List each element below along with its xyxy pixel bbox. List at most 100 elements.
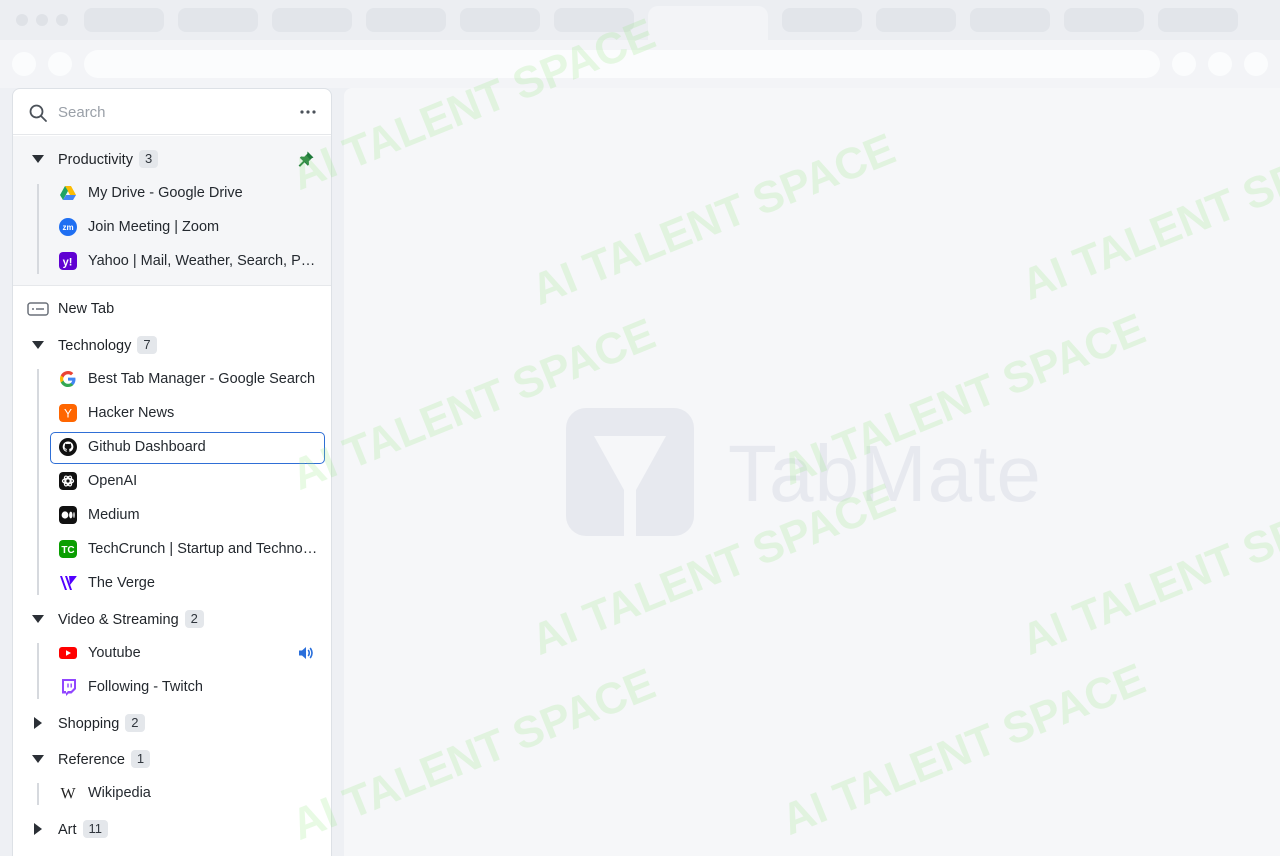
twitch-icon bbox=[62, 679, 76, 696]
more-options-icon[interactable] bbox=[299, 103, 317, 121]
google-icon bbox=[60, 371, 76, 387]
tab-item[interactable]: W Wikipedia bbox=[13, 778, 331, 808]
group-header-shopping[interactable]: Shopping 2 bbox=[13, 708, 331, 738]
tab-item[interactable]: TC TechCrunch | Startup and Technology N… bbox=[13, 534, 331, 564]
tab-title: My Drive - Google Drive bbox=[88, 185, 243, 201]
window-dot[interactable] bbox=[36, 14, 48, 26]
group-header-productivity[interactable]: Productivity 3 bbox=[13, 144, 331, 174]
tab-title: TechCrunch | Startup and Technology News bbox=[88, 541, 320, 557]
group-count-badge: 1 bbox=[130, 750, 151, 768]
svg-text:y!: y! bbox=[63, 257, 73, 269]
tabmate-logo-icon bbox=[566, 408, 694, 536]
group-count-badge: 7 bbox=[137, 336, 157, 354]
caret-down-icon[interactable] bbox=[31, 338, 45, 352]
tab-title: Following - Twitch bbox=[88, 679, 203, 695]
tab-title: Join Meeting | Zoom bbox=[88, 219, 220, 235]
group-title: Video & Streaming bbox=[58, 612, 179, 628]
tab-item[interactable]: Y Hacker News bbox=[13, 398, 331, 428]
group-header-reference[interactable]: Reference 1 bbox=[13, 744, 331, 774]
tab-title: Medium bbox=[88, 507, 140, 523]
window-dot[interactable] bbox=[16, 14, 28, 26]
tab-item[interactable]: Following - Twitch bbox=[13, 672, 331, 702]
group-count-badge: 2 bbox=[184, 610, 204, 628]
tab-title: Yahoo | Mail, Weather, Search, Politics,… bbox=[88, 253, 320, 269]
browser-tab-placeholder[interactable] bbox=[84, 8, 164, 32]
tab-item[interactable]: The Verge bbox=[13, 568, 331, 598]
browser-tab-placeholder[interactable] bbox=[782, 8, 862, 32]
tab-item[interactable]: Medium bbox=[13, 500, 331, 530]
group-title: Art bbox=[58, 822, 77, 838]
brand-name: TabMate bbox=[728, 429, 1042, 518]
tab-title: Hacker News bbox=[88, 405, 175, 421]
openai-icon bbox=[59, 472, 77, 490]
tab-item[interactable]: Youtube bbox=[13, 638, 331, 668]
browser-tab-placeholder[interactable] bbox=[1158, 8, 1238, 32]
new-tab-item[interactable]: New Tab bbox=[13, 294, 331, 324]
group-count-badge: 2 bbox=[125, 714, 145, 732]
browser-tab-placeholder[interactable] bbox=[178, 8, 258, 32]
hacker-news-icon: Y bbox=[59, 404, 77, 422]
group-header-video-streaming[interactable]: Video & Streaming 2 bbox=[13, 604, 331, 634]
tab-manager-sidebar: Productivity 3 My Drive - Google Drive zm… bbox=[12, 88, 332, 856]
tab-item[interactable]: y! Yahoo | Mail, Weather, Search, Politi… bbox=[13, 246, 331, 276]
zoom-icon: zm bbox=[59, 218, 77, 236]
tab-item[interactable]: OpenAI bbox=[13, 466, 331, 496]
browser-tab-placeholder[interactable] bbox=[366, 8, 446, 32]
techcrunch-icon: TC bbox=[59, 540, 77, 558]
svg-text:TC: TC bbox=[61, 545, 74, 556]
medium-icon bbox=[59, 506, 77, 524]
caret-down-icon[interactable] bbox=[31, 152, 45, 166]
github-icon bbox=[59, 438, 77, 456]
group-title: Shopping bbox=[58, 716, 120, 732]
tab-title: Best Tab Manager - Google Search bbox=[88, 371, 316, 387]
browser-tab-strip bbox=[0, 0, 1280, 40]
svg-text:zm: zm bbox=[62, 223, 73, 232]
group-title: Productivity bbox=[58, 152, 133, 168]
tab-title: Wikipedia bbox=[88, 785, 151, 801]
address-bar[interactable] bbox=[84, 50, 1160, 78]
tab-item-selected[interactable]: Github Dashboard bbox=[13, 432, 331, 462]
group-header-art[interactable]: Art 11 bbox=[13, 814, 331, 844]
svg-text:W: W bbox=[60, 786, 76, 803]
the-verge-icon bbox=[60, 576, 77, 590]
toolbar-button[interactable] bbox=[1172, 52, 1196, 76]
pin-icon[interactable] bbox=[297, 150, 315, 168]
tab-title: OpenAI bbox=[88, 473, 138, 489]
browser-tab-placeholder[interactable] bbox=[554, 8, 634, 32]
tab-item[interactable]: My Drive - Google Drive bbox=[13, 178, 331, 208]
svg-text:Y: Y bbox=[64, 407, 72, 421]
youtube-icon bbox=[59, 647, 77, 659]
group-header-technology[interactable]: Technology 7 bbox=[13, 330, 331, 360]
caret-down-icon[interactable] bbox=[31, 752, 45, 766]
tab-title: The Verge bbox=[88, 575, 155, 591]
toolbar-button[interactable] bbox=[1208, 52, 1232, 76]
group-count-badge: 3 bbox=[138, 150, 159, 168]
browser-tab-placeholder[interactable] bbox=[876, 8, 956, 32]
back-button[interactable] bbox=[12, 52, 36, 76]
group-count-badge: 11 bbox=[82, 820, 109, 838]
caret-right-icon[interactable] bbox=[31, 716, 45, 730]
tab-title: Github Dashboard bbox=[88, 439, 206, 455]
search-input[interactable] bbox=[58, 102, 278, 122]
main-content: TabMate bbox=[344, 88, 1280, 856]
blank-tab-icon bbox=[27, 302, 49, 316]
group-title: Technology bbox=[58, 338, 132, 354]
browser-tab-placeholder[interactable] bbox=[970, 8, 1050, 32]
speaker-audio-icon[interactable] bbox=[297, 644, 315, 662]
caret-right-icon[interactable] bbox=[31, 822, 45, 836]
tab-item[interactable]: Best Tab Manager - Google Search bbox=[13, 364, 331, 394]
tab-item[interactable]: zm Join Meeting | Zoom bbox=[13, 212, 331, 242]
tab-title: Youtube bbox=[88, 645, 141, 661]
yahoo-icon: y! bbox=[59, 252, 77, 270]
browser-tab-active[interactable] bbox=[648, 6, 768, 40]
browser-tab-placeholder[interactable] bbox=[1064, 8, 1144, 32]
browser-tab-placeholder[interactable] bbox=[272, 8, 352, 32]
browser-toolbar bbox=[0, 40, 1280, 88]
window-dot[interactable] bbox=[56, 14, 68, 26]
search-icon bbox=[29, 104, 47, 122]
browser-tab-placeholder[interactable] bbox=[460, 8, 540, 32]
wikipedia-icon: W bbox=[60, 786, 76, 803]
caret-down-icon[interactable] bbox=[31, 612, 45, 626]
forward-button[interactable] bbox=[48, 52, 72, 76]
toolbar-button[interactable] bbox=[1244, 52, 1268, 76]
